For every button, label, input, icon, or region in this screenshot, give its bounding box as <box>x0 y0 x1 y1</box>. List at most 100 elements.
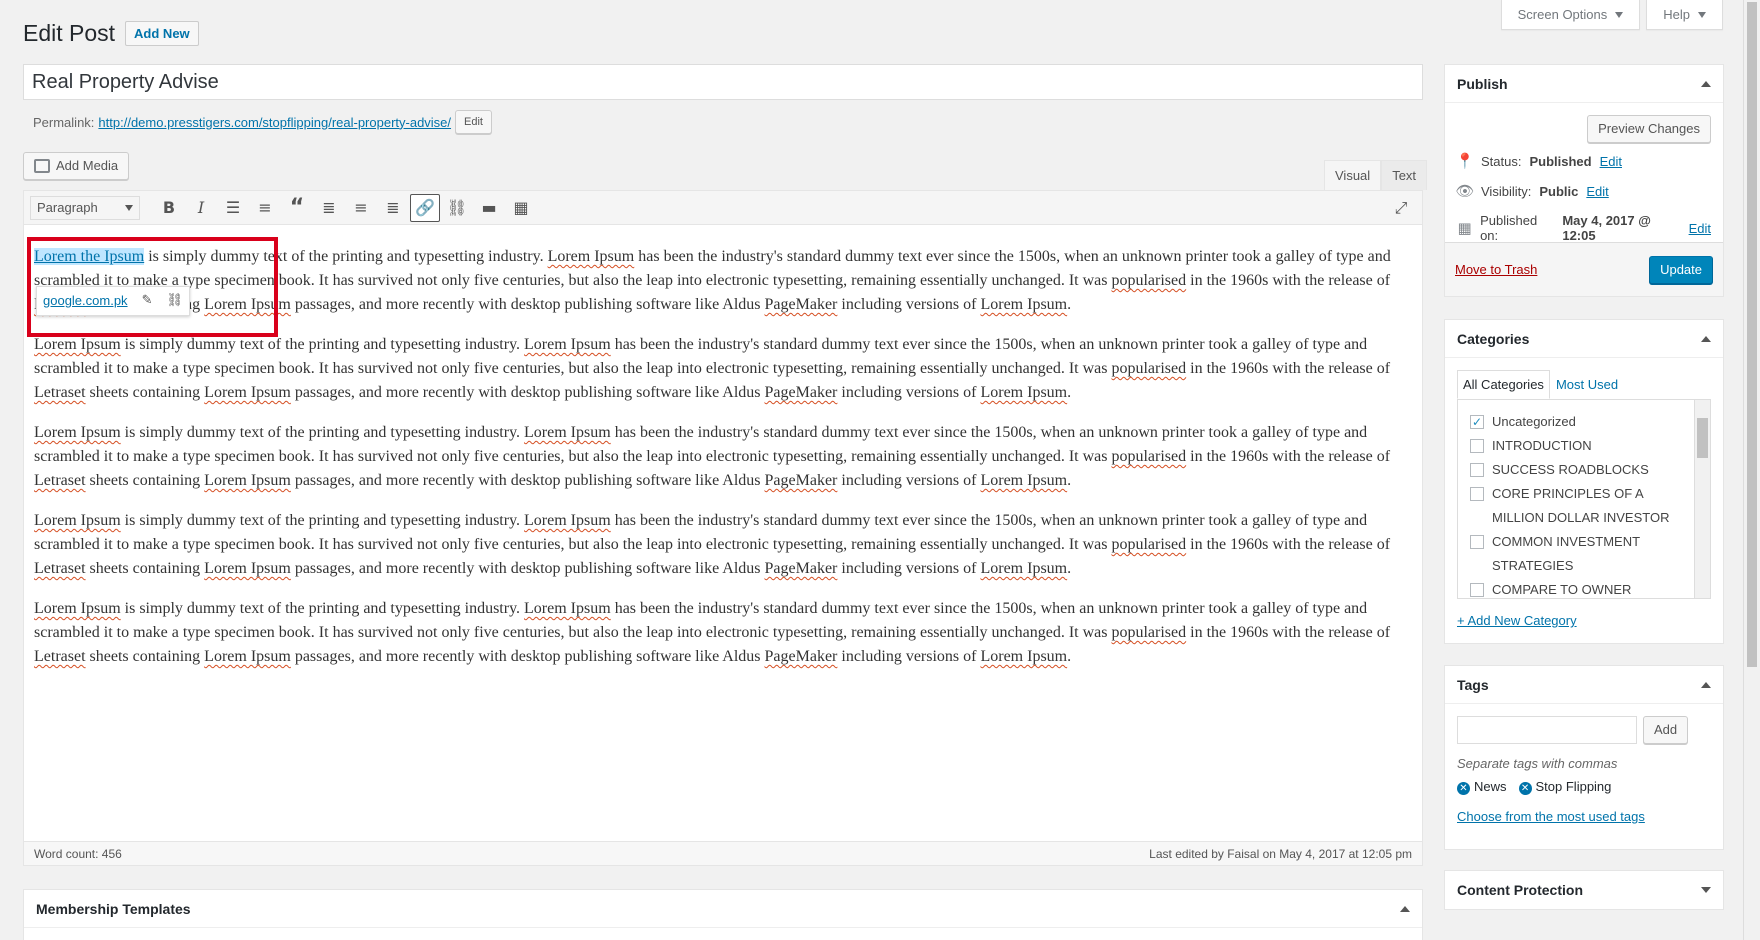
help-button[interactable]: Help <box>1646 0 1723 30</box>
add-tag-button[interactable]: Add <box>1643 716 1689 744</box>
checkbox[interactable] <box>1470 439 1484 453</box>
collapse-arrow-icon[interactable] <box>1400 905 1410 912</box>
text: is simply dummy text of the printing and… <box>120 600 525 617</box>
text: PageMaker <box>764 472 838 489</box>
align-right-icon[interactable]: ≣ <box>378 194 408 222</box>
text: PageMaker <box>764 384 838 401</box>
choose-tags-link[interactable]: Choose from the most used tags <box>1445 795 1723 838</box>
tag-label: News <box>1474 779 1507 794</box>
add-new-category-link[interactable]: + Add New Category <box>1445 599 1723 642</box>
italic-icon[interactable]: I <box>186 194 216 222</box>
permalink-label: Permalink: <box>33 114 95 130</box>
text: sheets containing <box>85 560 205 577</box>
read-more-icon[interactable]: ▬ <box>474 194 504 222</box>
text: Letraset <box>34 472 86 489</box>
pin-icon: 📍 <box>1455 152 1475 170</box>
expand-arrow-icon[interactable] <box>1701 887 1711 893</box>
category-item[interactable]: COMPARE TO OWNER FINANCE <box>1470 578 1688 598</box>
category-item[interactable]: INTRODUCTION <box>1470 434 1688 458</box>
post-title-input[interactable]: Real Property Advise <box>23 64 1423 100</box>
checkbox[interactable] <box>1470 487 1484 501</box>
page-scrollbar[interactable] <box>1743 0 1760 940</box>
numbered-list-icon[interactable]: ≡ <box>250 194 280 222</box>
visibility-edit-link[interactable]: Edit <box>1586 184 1608 199</box>
checkmark-icon[interactable]: ✓ <box>1470 415 1484 429</box>
visibility-value: Public <box>1539 183 1579 199</box>
preview-changes-button[interactable]: Preview Changes <box>1587 115 1711 143</box>
update-button[interactable]: Update <box>1649 255 1713 284</box>
category-list: ✓ Uncategorized INTRODUCTION SUCCESS ROAD… <box>1457 399 1711 599</box>
permalink-url[interactable]: http://demo.presstigers.com/stopflipping… <box>98 115 451 130</box>
tab-text[interactable]: Text <box>1381 160 1428 190</box>
editor-content[interactable]: Lorem the Ipsum is simply dummy text of … <box>24 225 1422 669</box>
bold-icon[interactable]: B <box>154 194 184 222</box>
checkbox[interactable] <box>1470 535 1484 549</box>
align-center-icon[interactable]: ≡ <box>346 194 376 222</box>
move-to-trash-link[interactable]: Move to Trash <box>1455 262 1537 277</box>
categories-header[interactable]: Categories <box>1445 320 1723 358</box>
page-title: Edit Post <box>23 20 116 46</box>
scroll-thumb[interactable] <box>1697 418 1708 458</box>
text: PageMaker <box>764 648 838 665</box>
screen-options-button[interactable]: Screen Options <box>1500 0 1641 30</box>
remove-tag-icon[interactable]: ✕ <box>1518 782 1532 795</box>
fullscreen-icon[interactable]: ⤢ <box>1386 194 1416 222</box>
tags-header[interactable]: Tags <box>1445 666 1723 704</box>
published-edit-link[interactable]: Edit <box>1689 221 1711 236</box>
preview-row: Preview Changes <box>1457 115 1711 143</box>
published-row: ▦ Published on: May 4, 2017 @ 12:05 Edit <box>1457 213 1711 243</box>
add-media-label: Add Media <box>56 158 119 173</box>
add-new-button[interactable]: Add New <box>125 21 199 46</box>
link-icon[interactable]: 🔗 <box>410 193 440 222</box>
collapse-arrow-icon[interactable] <box>1701 335 1711 342</box>
text: popularised <box>1111 448 1187 465</box>
paragraph: Lorem Ipsum is simply dummy text of the … <box>34 597 1412 669</box>
bullet-list-icon[interactable]: ☰ <box>218 194 248 222</box>
add-media-button[interactable]: Add Media <box>23 152 130 180</box>
tab-all-categories[interactable]: All Categories <box>1457 370 1550 399</box>
text: Lorem Ipsum <box>34 424 121 441</box>
tab-most-used[interactable]: Most Used <box>1550 370 1624 399</box>
text: is simply dummy text of the printing and… <box>120 336 525 353</box>
text: Lorem Ipsum <box>524 512 611 529</box>
publish-header[interactable]: Publish <box>1445 65 1723 103</box>
text: in the 1960s with the release of <box>1186 360 1391 377</box>
text: sheets containing <box>85 472 205 489</box>
text: Letraset <box>34 384 86 401</box>
category-item[interactable]: COMMON INVESTMENT STRATEGIES <box>1470 530 1688 578</box>
checkbox[interactable] <box>1470 583 1484 597</box>
content-protection-header[interactable]: Content Protection <box>1445 871 1723 909</box>
category-scrollbar[interactable] <box>1694 400 1710 598</box>
tag-list: ✕ News ✕ Stop Flipping <box>1445 771 1723 795</box>
text: passages, and more recently with desktop… <box>290 296 765 313</box>
text: popularised <box>1111 360 1187 377</box>
text: Lorem Ipsum <box>524 424 611 441</box>
membership-header[interactable]: Membership Templates <box>24 890 1422 928</box>
unlink-icon[interactable]: ⛓ <box>442 194 472 222</box>
toolbar-toggle-icon[interactable]: ▦ <box>506 194 536 222</box>
format-select[interactable]: Paragraph <box>30 195 140 220</box>
text: passages, and more recently with desktop… <box>290 384 765 401</box>
remove-tag-icon[interactable]: ✕ <box>1457 782 1470 795</box>
tab-visual[interactable]: Visual <box>1324 160 1382 190</box>
checkbox[interactable] <box>1470 463 1484 477</box>
tags-title: Tags <box>1457 676 1489 693</box>
tag-input[interactable] <box>1457 716 1637 744</box>
text: Lorem Ipsum <box>204 648 291 665</box>
text: PageMaker <box>764 560 838 577</box>
permalink-edit-button[interactable]: Edit <box>455 110 492 134</box>
category-item[interactable]: ✓ Uncategorized <box>1470 410 1688 434</box>
collapse-arrow-icon[interactable] <box>1701 80 1711 87</box>
blockquote-icon[interactable]: “ <box>282 194 312 222</box>
status-edit-link[interactable]: Edit <box>1600 154 1622 169</box>
category-item[interactable]: SUCCESS ROADBLOCKS <box>1470 458 1688 482</box>
text: including versions of <box>837 384 981 401</box>
highlight-box <box>27 237 278 337</box>
scroll-thumb[interactable] <box>1747 2 1757 667</box>
category-item[interactable]: CORE PRINCIPLES OF A MILLION DOLLAR INVE… <box>1470 482 1688 530</box>
paragraph: Lorem Ipsum is simply dummy text of the … <box>34 333 1412 405</box>
text: popularised <box>1111 624 1187 641</box>
text: in the 1960s with the release of <box>1186 272 1391 289</box>
collapse-arrow-icon[interactable] <box>1701 681 1711 688</box>
align-left-icon[interactable]: ≣ <box>314 194 344 222</box>
